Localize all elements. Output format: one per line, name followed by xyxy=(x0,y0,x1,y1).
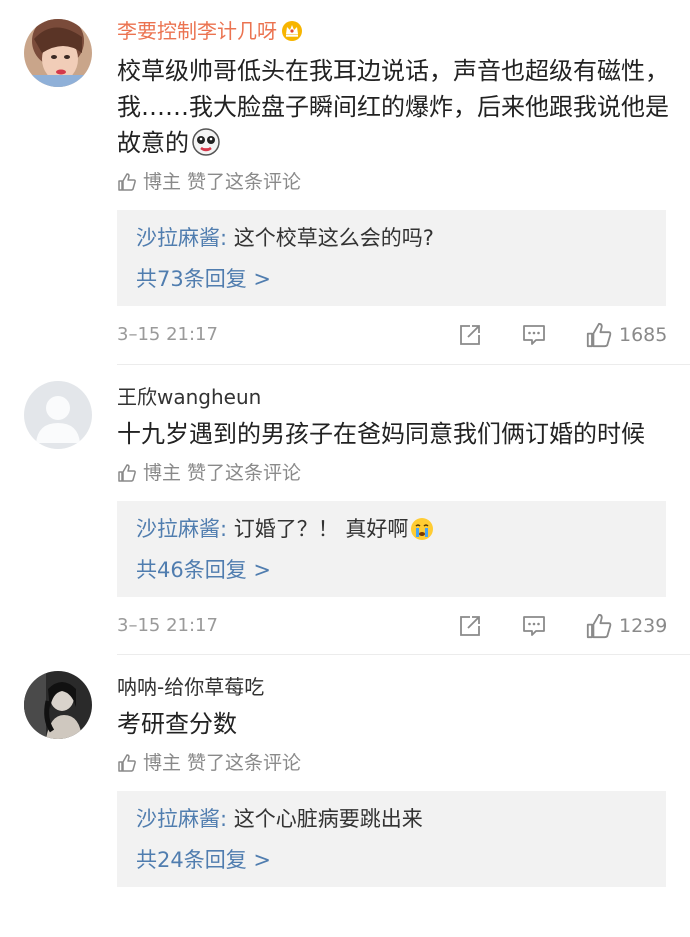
view-replies-link[interactable]: 共46条回复 > xyxy=(136,556,271,584)
reply-preview[interactable]: 沙拉麻酱: 这个心脏病要跳出来 共24条回复 > xyxy=(117,791,666,887)
crown-icon xyxy=(281,20,303,47)
author-liked-text: 博主 赞了这条评论 xyxy=(143,752,302,774)
timestamp: 3–15 21:17 xyxy=(117,615,218,636)
view-replies-link[interactable]: 共24条回复 > xyxy=(136,846,271,874)
comment-button[interactable] xyxy=(521,322,547,348)
avatar[interactable] xyxy=(24,19,92,87)
like-button[interactable]: 1685 xyxy=(585,321,667,349)
author-liked-notice: 博主 赞了这条评论 xyxy=(117,751,301,779)
skull-emoji-icon xyxy=(191,127,221,167)
avatar[interactable] xyxy=(24,671,92,739)
reply-text: 这个校草这么会的吗? xyxy=(227,226,434,250)
share-icon xyxy=(460,325,480,345)
username[interactable]: 呐呐-给你草莓吃 xyxy=(117,675,264,699)
reply-text: 这个心脏病要跳出来 xyxy=(227,807,423,831)
username[interactable]: 李要控制李计几呀 xyxy=(117,19,303,47)
comment-item: 李要控制李计几呀 校草级帅哥低头在我耳边说话，声音也超级有磁性，我……我大脸盘子… xyxy=(0,0,690,365)
thumbs-up-icon xyxy=(117,172,137,198)
crying-emoji-icon xyxy=(410,517,434,548)
share-button[interactable] xyxy=(457,613,483,639)
share-icon xyxy=(460,616,480,636)
comment-icon xyxy=(523,325,545,345)
share-button[interactable] xyxy=(457,322,483,348)
reply-username[interactable]: 沙拉麻酱: xyxy=(136,517,227,541)
comment-icon xyxy=(523,616,545,636)
like-icon xyxy=(586,613,612,639)
reply-preview[interactable]: 沙拉麻酱: 这个校草这么会的吗? 共73条回复 > xyxy=(117,210,666,306)
like-count: 1685 xyxy=(619,324,668,346)
timestamp: 3–15 21:17 xyxy=(117,324,218,345)
like-icon xyxy=(586,322,612,348)
like-button[interactable]: 1239 xyxy=(585,612,667,640)
author-liked-text: 博主 赞了这条评论 xyxy=(143,462,302,484)
username[interactable]: 王欣wangheun xyxy=(117,385,261,409)
reply-preview[interactable]: 沙拉麻酱: 订婚了？！ 真好啊 共46条回复 > xyxy=(117,501,666,597)
comment-text: 校草级帅哥低头在我耳边说话，声音也超级有磁性，我……我大脸盘子瞬间红的爆炸，后来… xyxy=(117,53,672,167)
avatar[interactable] xyxy=(24,381,92,449)
author-liked-text: 博主 赞了这条评论 xyxy=(143,171,302,193)
comment-item: 呐呐-给你草莓吃 考研查分数 博主 赞了这条评论 沙拉麻酱: 这个心脏病要跳出来… xyxy=(0,655,690,937)
comment-button[interactable] xyxy=(521,613,547,639)
author-liked-notice: 博主 赞了这条评论 xyxy=(117,170,301,198)
comment-text: 考研查分数 xyxy=(117,710,237,738)
thumbs-up-icon xyxy=(117,753,137,779)
author-liked-notice: 博主 赞了这条评论 xyxy=(117,461,301,489)
reply-username[interactable]: 沙拉麻酱: xyxy=(136,807,227,831)
reply-username[interactable]: 沙拉麻酱: xyxy=(136,226,227,250)
thumbs-up-icon xyxy=(117,463,137,489)
reply-text: 订婚了？！ 真好啊 xyxy=(227,517,409,541)
like-count: 1239 xyxy=(619,615,668,637)
view-replies-link[interactable]: 共73条回复 > xyxy=(136,265,271,293)
comment-item: 王欣wangheun 十九岁遇到的男孩子在爸妈同意我们俩订婚的时候 博主 赞了这… xyxy=(0,365,690,655)
comment-text: 十九岁遇到的男孩子在爸妈同意我们俩订婚的时候 xyxy=(117,420,645,448)
username-text[interactable]: 李要控制李计几呀 xyxy=(117,19,277,43)
